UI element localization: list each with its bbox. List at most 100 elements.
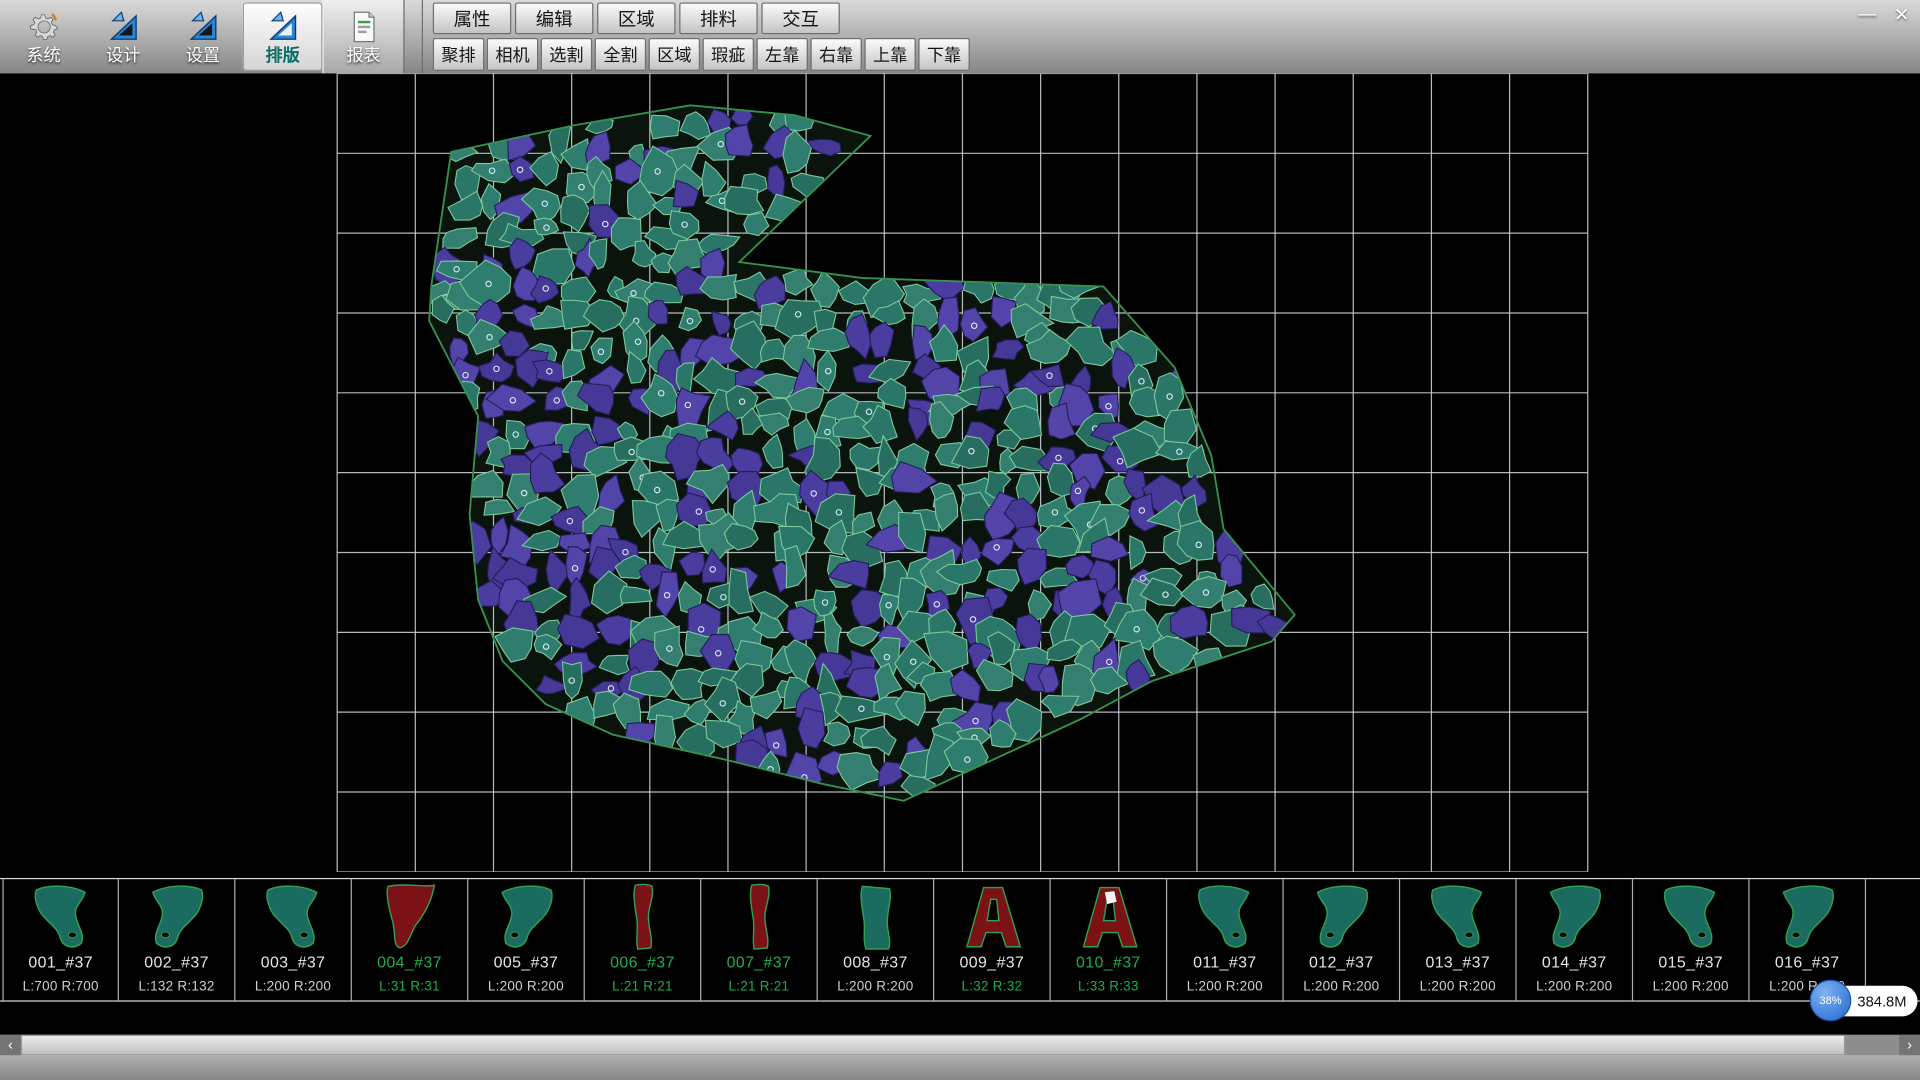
nav-layout[interactable]: 排版 xyxy=(243,2,323,71)
piece-shape xyxy=(1070,882,1146,953)
set-square-icon xyxy=(186,9,220,43)
status-bar xyxy=(0,1056,1920,1080)
piece-thumb-012_#37[interactable]: 012_#37 L:200 R:200 xyxy=(1284,879,1400,1000)
minimize-button[interactable]: — xyxy=(1856,4,1878,26)
tool-defect[interactable]: 瑕疵 xyxy=(703,38,754,71)
piece-name: 014_#37 xyxy=(1542,954,1607,971)
piece-thumb-010_#37[interactable]: 010_#37L:33 R:33 xyxy=(1051,879,1167,1000)
piece-shape xyxy=(1187,882,1263,953)
piece-name: 007_#37 xyxy=(727,954,792,971)
tool-align-right[interactable]: 右靠 xyxy=(810,38,861,71)
app-window: 系统 设计 设置 排版 xyxy=(0,0,1920,1080)
piece-name: 013_#37 xyxy=(1425,954,1490,971)
piece-lr-count: L:21 R:21 xyxy=(612,980,673,995)
piece-name: 002_#37 xyxy=(144,954,209,971)
nav-system[interactable]: 系统 xyxy=(4,0,84,73)
piece-shape xyxy=(371,882,447,953)
piece-name: 010_#37 xyxy=(1076,954,1141,971)
set-square-icon xyxy=(265,9,299,43)
piece-lr-count: L:31 R:31 xyxy=(379,980,440,995)
menu-nesting[interactable]: 排料 xyxy=(679,2,757,34)
piece-name: 003_#37 xyxy=(261,954,326,971)
piece-thumb-008_#37[interactable]: 008_#37 L:200 R:200 xyxy=(818,879,934,1000)
piece-shape xyxy=(837,882,913,953)
set-square-icon xyxy=(106,9,140,43)
progress-percent-badge: 38% xyxy=(1810,980,1852,1022)
report-document-icon xyxy=(346,9,380,43)
piece-thumb-011_#37[interactable]: 011_#37 L:200 R:200 xyxy=(1167,879,1283,1000)
menu-region[interactable]: 区域 xyxy=(597,2,675,34)
piece-shape xyxy=(1653,882,1729,953)
piece-lr-count: L:200 R:200 xyxy=(255,980,331,995)
tool-align-left[interactable]: 左靠 xyxy=(756,38,807,71)
piece-lr-count: L:200 R:200 xyxy=(1303,980,1379,995)
piece-thumb-006_#37[interactable]: 006_#37 L:21 R:21 xyxy=(585,879,701,1000)
scroll-thumb[interactable] xyxy=(21,1035,1845,1056)
piece-thumb-009_#37[interactable]: 009_#37L:32 R:32 xyxy=(934,879,1050,1000)
close-button[interactable]: ✕ xyxy=(1891,4,1913,26)
piece-thumb-001_#37[interactable]: 001_#37 L:700 R:700 xyxy=(2,879,118,1000)
horizontal-scrollbar[interactable]: ‹ › xyxy=(0,1035,1920,1056)
piece-shape xyxy=(604,882,680,953)
scroll-right-button[interactable]: › xyxy=(1899,1035,1920,1056)
nesting-canvas[interactable] xyxy=(0,73,1920,871)
nav-label-settings: 设置 xyxy=(186,45,220,65)
menu-properties[interactable]: 属性 xyxy=(433,2,511,34)
menu-edit[interactable]: 编辑 xyxy=(515,2,593,34)
piece-name: 005_#37 xyxy=(494,954,559,971)
nav-bar: 系统 设计 设置 排版 xyxy=(0,0,405,73)
nav-label-report: 报表 xyxy=(346,45,380,65)
piece-thumb-003_#37[interactable]: 003_#37 L:200 R:200 xyxy=(235,879,351,1000)
piece-name: 011_#37 xyxy=(1193,954,1256,971)
piece-name: 016_#37 xyxy=(1775,954,1840,971)
tool-row: 聚排 相机 选割 全割 区域 瑕疵 左靠 右靠 上靠 下靠 xyxy=(433,38,970,70)
memory-indicator: 384.8M 38% xyxy=(1810,980,1920,1023)
piece-thumb-005_#37[interactable]: 005_#37 L:200 R:200 xyxy=(468,879,584,1000)
piece-shape xyxy=(488,882,564,953)
nesting-drawing xyxy=(0,73,1920,871)
piece-shape xyxy=(721,882,797,953)
piece-name: 009_#37 xyxy=(960,954,1025,971)
piece-thumb-015_#37[interactable]: 015_#37L:200 R:200 xyxy=(1633,879,1749,1000)
piece-thumb-002_#37[interactable]: 002_#37L:132 R:132 xyxy=(119,879,235,1000)
piece-lr-count: L:200 R:200 xyxy=(1536,980,1612,995)
piece-lr-count: L:200 R:200 xyxy=(488,980,564,995)
window-controls: — ✕ xyxy=(1856,4,1912,26)
piece-name: 006_#37 xyxy=(610,954,675,971)
nav-label-layout: 排版 xyxy=(265,45,299,65)
piece-thumb-013_#37[interactable]: 013_#37L:200 R:200 xyxy=(1400,879,1516,1000)
piece-lr-count: L:200 R:200 xyxy=(1187,980,1263,995)
piece-name: 008_#37 xyxy=(843,954,908,971)
scroll-left-button[interactable]: ‹ xyxy=(0,1035,21,1056)
menu-interaction[interactable]: 交互 xyxy=(761,2,839,34)
tool-region[interactable]: 区域 xyxy=(649,38,700,71)
piece-thumb-004_#37[interactable]: 004_#37 L:31 R:31 xyxy=(352,879,468,1000)
piece-thumb-007_#37[interactable]: 007_#37L:21 R:21 xyxy=(701,879,817,1000)
piece-name: 004_#37 xyxy=(377,954,442,971)
nav-report[interactable]: 报表 xyxy=(322,0,404,73)
nav-label-system: 系统 xyxy=(26,45,60,65)
piece-shape xyxy=(1303,882,1379,953)
nav-design[interactable]: 设计 xyxy=(83,0,163,73)
menu-area: 属性 编辑 区域 排料 交互 聚排 相机 选割 全割 区域 瑕疵 左靠 右靠 上… xyxy=(422,0,970,73)
piece-name: 012_#37 xyxy=(1309,954,1374,971)
tool-select-cut[interactable]: 选割 xyxy=(541,38,592,71)
piece-shape xyxy=(23,882,99,953)
piece-name: 001_#37 xyxy=(28,954,93,971)
nav-settings[interactable]: 设置 xyxy=(163,0,243,73)
piece-lr-count: L:200 R:200 xyxy=(837,980,913,995)
nav-label-design: 设计 xyxy=(106,45,140,65)
gear-icon xyxy=(26,9,60,43)
tool-cluster-nest[interactable]: 聚排 xyxy=(433,38,484,71)
piece-lr-count: L:700 R:700 xyxy=(23,980,99,995)
piece-shape xyxy=(954,882,1030,953)
tool-align-top[interactable]: 上靠 xyxy=(864,38,915,71)
piece-name: 015_#37 xyxy=(1658,954,1723,971)
tool-align-bottom[interactable]: 下靠 xyxy=(918,38,969,71)
piece-shape xyxy=(255,882,331,953)
piece-thumb-014_#37[interactable]: 014_#37 L:200 R:200 xyxy=(1517,879,1633,1000)
tool-camera[interactable]: 相机 xyxy=(487,38,538,71)
piece-shape xyxy=(1420,882,1496,953)
piece-strip: 001_#37L:700 R:700002_#37L:132 R:132003_… xyxy=(0,878,1920,1002)
tool-cut-all[interactable]: 全割 xyxy=(595,38,646,71)
